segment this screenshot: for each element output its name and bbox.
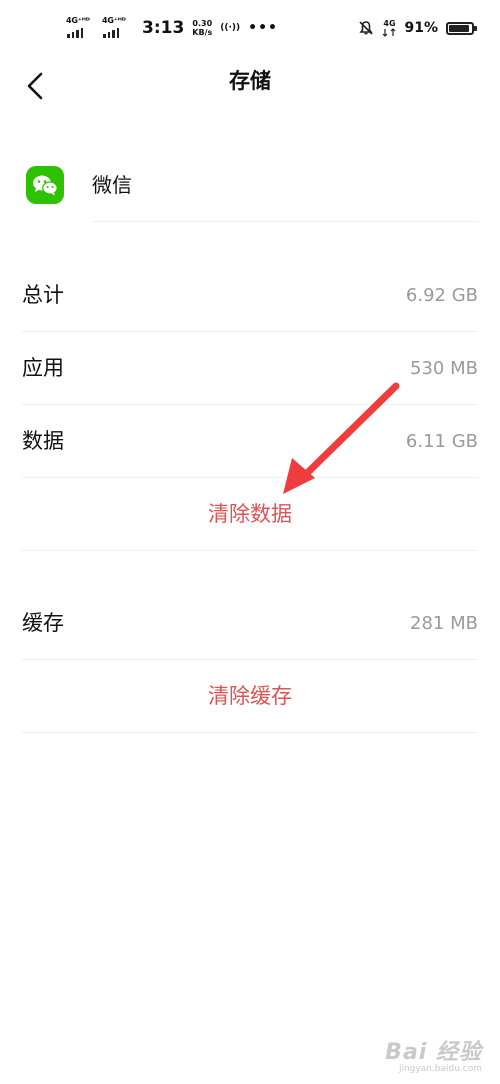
- total-row: 总计 6.92 GB: [22, 259, 478, 332]
- status-time: 3:13: [142, 18, 185, 38]
- data-size-row: 数据 6.11 GB: [22, 405, 478, 478]
- mute-bell-icon: [359, 21, 374, 35]
- cache-label: 缓存: [22, 611, 64, 635]
- page-title: 存储: [229, 69, 271, 93]
- status-right: 4G 91%: [358, 14, 477, 42]
- divider: [22, 732, 478, 733]
- status-bar: 4G⁺ᴴᴰ 4G⁺ᴴᴰ 3:13 0.30 KB/s ((·)) ••• 4G …: [0, 0, 500, 56]
- battery-fill: [449, 24, 469, 32]
- status-left: 4G⁺ᴴᴰ 4G⁺ᴴᴰ 3:13 0.30 KB/s ((·)) •••: [66, 14, 278, 42]
- more-notifications-icon: •••: [248, 20, 279, 36]
- battery-percent: 91%: [404, 20, 438, 36]
- app-size-label: 应用: [22, 356, 64, 380]
- clear-cache-label: 清除缓存: [208, 684, 292, 708]
- watermark-main: Bai 经验: [385, 1040, 482, 1065]
- hotspot-icon: ((·)): [220, 23, 241, 33]
- clear-data-label: 清除数据: [208, 502, 292, 526]
- signal-2-icon: 4G⁺ᴴᴰ: [102, 16, 130, 40]
- network-speed-value: 0.30: [192, 19, 213, 28]
- watermark-sub: jingyan.baidu.com: [398, 1064, 482, 1074]
- app-size-row: 应用 530 MB: [22, 332, 478, 405]
- network-4g-label: 4G: [383, 19, 396, 28]
- total-value: 6.92 GB: [405, 285, 478, 306]
- app-name: 微信: [92, 173, 132, 197]
- header: 存储: [0, 56, 500, 116]
- clear-cache-button[interactable]: 清除缓存: [22, 660, 478, 733]
- battery-icon: [446, 21, 477, 35]
- network-4g-icon: 4G: [382, 19, 396, 37]
- wechat-app-icon: [26, 166, 64, 204]
- data-size-label: 数据: [22, 429, 64, 453]
- app-size-value: 530 MB: [410, 358, 478, 379]
- app-info-row: 微信: [0, 150, 500, 222]
- network-speed-unit: KB/s: [192, 28, 213, 37]
- divider: [92, 221, 478, 222]
- divider: [22, 550, 478, 551]
- network-1-label: 4G⁺ᴴᴰ: [66, 16, 90, 25]
- cache-value: 281 MB: [410, 613, 478, 634]
- watermark: Bai 经验 jingyan.baidu.com: [385, 1034, 482, 1074]
- clear-data-button[interactable]: 清除数据: [22, 478, 478, 551]
- wechat-logo-icon: [33, 175, 58, 196]
- network-2-label: 4G⁺ᴴᴰ: [102, 16, 126, 25]
- network-speed: 0.30 KB/s: [192, 19, 212, 37]
- total-label: 总计: [22, 283, 64, 307]
- cache-row: 缓存 281 MB: [22, 587, 478, 660]
- data-size-value: 6.11 GB: [405, 431, 478, 452]
- signal-1-icon: 4G⁺ᴴᴰ: [66, 16, 94, 40]
